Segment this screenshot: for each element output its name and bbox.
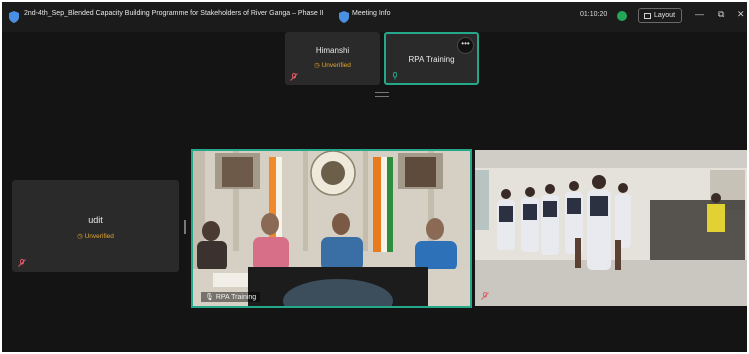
maximize-button[interactable]: ⧉	[718, 9, 724, 20]
mic-off-icon	[290, 73, 298, 81]
video-frame-classroom	[475, 150, 747, 306]
meeting-timer: 01:10:20	[580, 11, 608, 18]
shield-icon	[9, 11, 19, 23]
participant-name: udit	[88, 215, 103, 225]
meeting-info-shield-icon[interactable]	[338, 10, 350, 24]
video-feed-rpa-training[interactable]: 🎙 RPA Training	[191, 149, 472, 308]
close-button[interactable]: ✕	[737, 9, 745, 20]
participant-tile-rpa-training[interactable]: RPA Training •••	[384, 32, 479, 85]
video-feed-classroom[interactable]	[475, 150, 747, 306]
more-options-icon[interactable]: •••	[457, 37, 474, 54]
mic-icon: 🎙	[205, 294, 214, 301]
minimize-button[interactable]: —	[695, 9, 704, 19]
participant-name: Himanshi	[315, 46, 350, 55]
video-name-label: 🎙 RPA Training	[201, 292, 261, 302]
layout-button[interactable]: Layout	[638, 8, 682, 23]
mic-off-icon	[18, 259, 26, 267]
participant-status: ◷ Unverified	[314, 62, 351, 69]
meeting-info-button[interactable]: Meeting Info	[352, 10, 391, 17]
participant-name: RPA Training	[408, 55, 455, 64]
participant-tile-himanshi[interactable]: Himanshi ◷ Unverified	[285, 32, 380, 85]
panel-resize-handle[interactable]	[184, 220, 186, 234]
layout-icon	[644, 12, 651, 19]
layout-label: Layout	[654, 12, 676, 19]
filmstrip-resize-handle[interactable]	[375, 92, 389, 97]
meeting-title: 2nd-4th_Sep_Blended Capacity Building Pr…	[24, 10, 324, 17]
video-frame-conference	[193, 151, 470, 306]
mic-on-icon	[393, 72, 397, 80]
participant-status: ◷ Unverified	[77, 233, 114, 240]
mic-off-icon	[481, 292, 489, 300]
meeting-window: 2nd-4th_Sep_Blended Capacity Building Pr…	[2, 2, 747, 352]
participant-tile-udit[interactable]: udit ◷ Unverified	[12, 180, 179, 272]
title-bar: 2nd-4th_Sep_Blended Capacity Building Pr…	[2, 2, 747, 32]
connection-status-icon	[617, 11, 627, 21]
